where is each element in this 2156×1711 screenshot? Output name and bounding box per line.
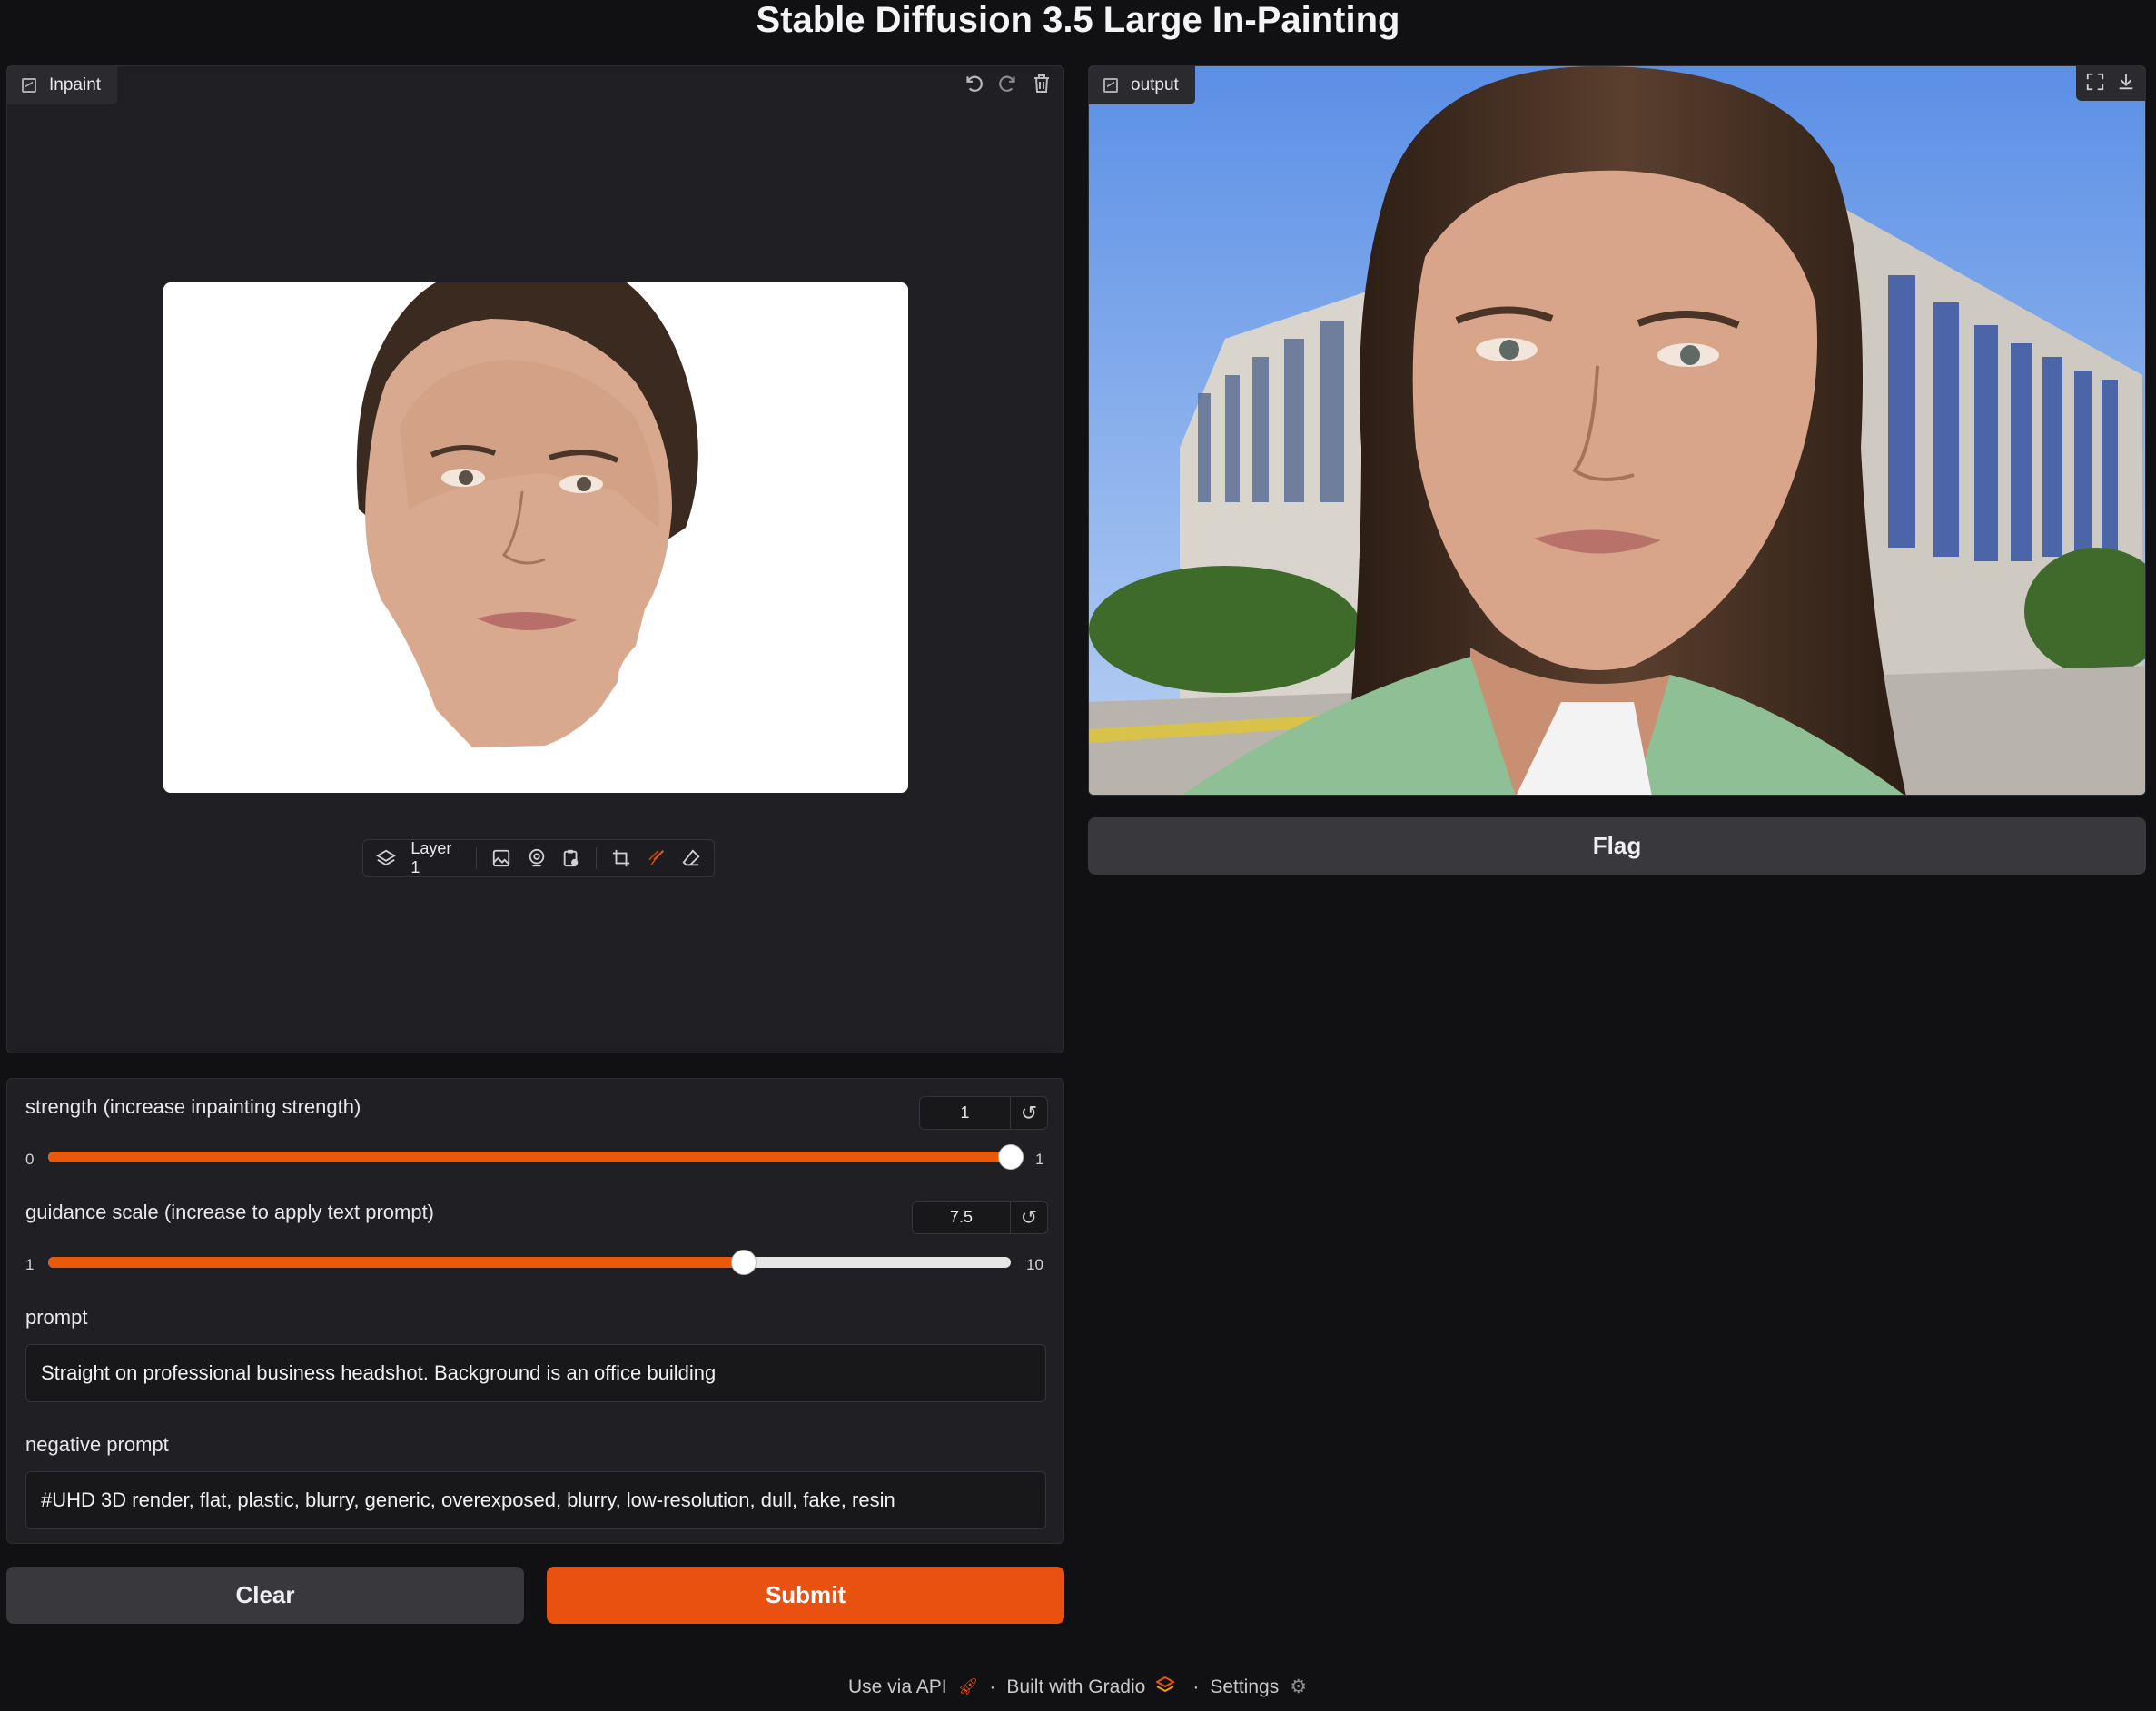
- guidance-slider[interactable]: [48, 1250, 1011, 1275]
- footer: Use via API 🚀︎ · Built with Gradio · Set…: [848, 1676, 1307, 1698]
- guidance-max: 10: [1026, 1256, 1043, 1273]
- inpaint-canvas[interactable]: [163, 282, 908, 793]
- clipboard-icon[interactable]: [561, 847, 581, 869]
- inpaint-label-tag: Inpaint: [7, 66, 118, 104]
- submit-button[interactable]: Submit: [547, 1567, 1064, 1624]
- settings-link[interactable]: Settings: [1210, 1676, 1279, 1698]
- output-panel: output: [1088, 65, 2146, 796]
- reset-icon[interactable]: ↺: [1011, 1202, 1047, 1233]
- inpaint-panel: Inpaint Layer 1: [6, 65, 1064, 1053]
- image-icon: [1103, 78, 1118, 93]
- masked-face-image: [163, 282, 908, 793]
- rocket-icon: 🚀︎: [957, 1677, 979, 1696]
- prompt-label: prompt: [25, 1306, 88, 1329]
- output-label: output: [1131, 75, 1179, 94]
- strength-number-box: 1 ↺: [919, 1096, 1048, 1130]
- strength-slider[interactable]: [48, 1144, 1024, 1170]
- redo-icon[interactable]: [996, 72, 1020, 99]
- output-image: [1089, 66, 2145, 795]
- strength-max: 1: [1035, 1151, 1044, 1168]
- guidance-slider-fill: [48, 1257, 744, 1268]
- flag-button[interactable]: Flag: [1088, 817, 2146, 875]
- fullscreen-icon[interactable]: [2085, 72, 2105, 95]
- undo-icon[interactable]: [962, 72, 985, 99]
- built-with-gradio-link[interactable]: Built with Gradio: [1006, 1676, 1145, 1698]
- footer-separator: ·: [989, 1676, 996, 1697]
- download-icon[interactable]: [2116, 72, 2136, 95]
- output-tools: [2076, 66, 2145, 101]
- negative-prompt-input[interactable]: #UHD 3D render, flat, plastic, blurry, g…: [25, 1471, 1046, 1529]
- footer-separator: ·: [1192, 1676, 1200, 1697]
- trash-icon[interactable]: [1031, 72, 1053, 99]
- page-title: Stable Diffusion 3.5 Large In-Painting: [756, 0, 1400, 40]
- reset-icon[interactable]: ↺: [1011, 1097, 1047, 1129]
- toolbar-divider: [596, 847, 598, 869]
- webcam-icon[interactable]: [526, 847, 546, 869]
- guidance-min: 1: [25, 1256, 35, 1273]
- guidance-label: guidance scale (increase to apply text p…: [25, 1201, 435, 1223]
- strength-label: strength (increase inpainting strength): [25, 1095, 361, 1118]
- gear-icon: ⚙: [1290, 1676, 1308, 1697]
- crop-icon[interactable]: [611, 847, 631, 869]
- strength-input[interactable]: 1: [920, 1097, 1011, 1129]
- inpaint-tools: [962, 72, 1053, 99]
- controls-panel: strength (increase inpainting strength) …: [6, 1078, 1064, 1544]
- layers-icon[interactable]: [376, 847, 397, 869]
- layer-toolbar: Layer 1: [362, 839, 715, 877]
- prompt-input[interactable]: Straight on professional business headsh…: [25, 1344, 1046, 1402]
- eraser-icon[interactable]: [681, 847, 701, 869]
- image-icon: [22, 78, 36, 93]
- image-upload-icon[interactable]: [491, 847, 511, 869]
- guidance-number-box: 7.5 ↺: [912, 1201, 1048, 1234]
- guidance-input[interactable]: 7.5: [913, 1202, 1011, 1233]
- strength-slider-fill: [48, 1152, 1011, 1162]
- inpaint-label: Inpaint: [49, 75, 102, 94]
- toolbar-divider: [476, 847, 478, 869]
- clear-button[interactable]: Clear: [6, 1567, 524, 1624]
- gradio-logo-icon: [1155, 1676, 1176, 1698]
- negative-prompt-label: negative prompt: [25, 1433, 169, 1456]
- guidance-slider-thumb[interactable]: [730, 1250, 757, 1275]
- strength-slider-thumb[interactable]: [998, 1144, 1024, 1170]
- use-via-api-link[interactable]: Use via API: [848, 1676, 947, 1698]
- strength-min: 0: [25, 1151, 35, 1168]
- brush-icon[interactable]: [646, 847, 666, 869]
- output-label-tag: output: [1089, 66, 1195, 104]
- layer-label[interactable]: Layer 1: [410, 839, 461, 877]
